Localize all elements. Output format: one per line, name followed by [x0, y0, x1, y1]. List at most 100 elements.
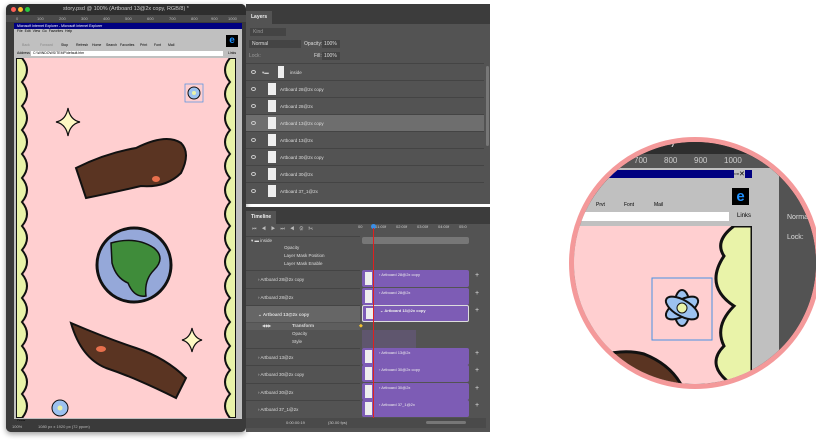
forward-button[interactable]: Forward [40, 43, 53, 47]
clip-selected[interactable]: ⌄ Artboard 13@2x copy [362, 305, 469, 322]
eye-icon[interactable] [251, 87, 256, 91]
home-button[interactable]: Home [92, 43, 101, 47]
stop-button[interactable]: Stop [61, 43, 68, 47]
ruler-tick: 900 [694, 156, 708, 165]
track-name: Artboard 37_1@2x [260, 407, 299, 412]
add-media-button[interactable]: + [475, 367, 479, 374]
tab-timeline[interactable]: Timeline [246, 211, 277, 224]
eye-icon[interactable] [251, 189, 256, 193]
menu-favorites[interactable]: Favorites [49, 29, 63, 33]
minimize-button[interactable] [18, 7, 23, 12]
ruler-tick: 300 [81, 16, 88, 21]
print-button[interactable]: Print [140, 43, 147, 47]
address-input[interactable]: C:\WINDOWS\TEMP\default.htm [31, 51, 223, 56]
eye-icon[interactable] [251, 70, 256, 74]
clip-label: Artboard 13@2x [381, 350, 411, 355]
clip[interactable]: › Artboard 13@2x [362, 348, 469, 365]
clip[interactable]: › Artboard 28@2x [362, 288, 469, 305]
clip[interactable]: › Artboard 37_1@2x [362, 400, 469, 417]
eye-icon[interactable] [251, 104, 256, 108]
property-label: Transform [292, 323, 315, 328]
add-media-button[interactable]: + [475, 272, 479, 279]
zoom-slider[interactable] [426, 421, 466, 424]
menu-help[interactable]: Help [65, 29, 72, 33]
track-row[interactable]: › Artboard 28@2x copy [246, 270, 360, 287]
layer-row[interactable]: Artboard 30@2x copy [246, 148, 484, 165]
artboard-canvas[interactable] [16, 58, 236, 418]
track-row[interactable]: › Artboard 30@2x [246, 383, 360, 400]
zoom-button[interactable] [25, 7, 30, 12]
layer-row[interactable]: Artboard 37_1@2x [246, 182, 484, 199]
menu-edit[interactable]: Edit [25, 29, 31, 33]
layer-thumbnail [268, 134, 276, 146]
timecode[interactable]: 0:00:00:19 [286, 418, 305, 428]
property-row: Opacity [246, 331, 360, 339]
mail-button[interactable]: Mail [654, 202, 663, 208]
flower-icon [51, 399, 69, 417]
track-row[interactable]: › Artboard 13@2x [246, 348, 360, 365]
tab-layers[interactable]: Layers [246, 11, 273, 24]
blend-mode-select[interactable]: Norma [787, 214, 808, 221]
filter-kind-select[interactable]: Kind [250, 28, 286, 36]
add-media-button[interactable]: + [475, 350, 479, 357]
fill-label: Fill: [314, 53, 322, 59]
add-media-button[interactable]: + [475, 402, 479, 409]
search-button[interactable]: Search [106, 43, 117, 47]
track-row[interactable]: › Artboard 30@2x copy [246, 365, 360, 382]
track-row[interactable]: › Artboard 37_1@2x [246, 400, 360, 417]
property-row[interactable]: ◀◆▶ Transform [246, 323, 360, 330]
sparkle-icon [55, 107, 81, 137]
zoom-level[interactable]: 100% [12, 421, 22, 432]
links-button[interactable]: Links [737, 213, 751, 219]
artwork [16, 58, 236, 418]
ruler-tick: 700 [634, 156, 648, 165]
layer-row[interactable]: Artboard 30@2x [246, 165, 484, 182]
layer-name: Artboard 13@2x [280, 138, 313, 143]
playback-controls[interactable]: ⏮◀▶⏭◀⚙✂ [252, 226, 318, 232]
links-button[interactable]: Links [228, 50, 236, 57]
ruler-tick: 1000 [228, 16, 237, 21]
layer-row-selected[interactable]: Artboard 13@2x copy [246, 114, 484, 131]
window-buttons[interactable]: ▫▫✕ [734, 170, 745, 178]
blend-mode-select[interactable]: Normal [249, 40, 301, 48]
property-row: Opacity [246, 245, 360, 253]
track-row-selected[interactable]: ⌄ Artboard 13@2x copy [246, 305, 360, 322]
group-bar[interactable] [362, 237, 469, 244]
track-group-inside[interactable]: ▾ ▬ inside [246, 236, 360, 245]
sparkle-icon [181, 327, 203, 353]
mail-button[interactable]: Mail [168, 43, 174, 47]
add-media-button[interactable]: + [475, 290, 479, 297]
favorites-button[interactable]: Favorites [120, 43, 134, 47]
eye-icon[interactable] [251, 155, 256, 159]
font-button[interactable]: Font [154, 43, 161, 47]
eye-icon[interactable] [251, 172, 256, 176]
layer-group-inside[interactable]: ▾▬ inside [246, 63, 484, 80]
clip[interactable]: › Artboard 30@2x copy [362, 365, 469, 382]
add-media-button[interactable]: + [475, 307, 479, 314]
close-button[interactable] [11, 7, 16, 12]
menu-view[interactable]: View [33, 29, 41, 33]
font-button[interactable]: Font [624, 202, 634, 208]
track-row[interactable]: › Artboard 28@2x [246, 288, 360, 305]
layer-row[interactable]: Artboard 13@2x [246, 131, 484, 148]
eye-icon[interactable] [251, 121, 256, 125]
fill-input[interactable]: 100% [322, 52, 340, 60]
zoomed-address-input[interactable] [574, 212, 729, 221]
property-label: Layer Mask Enable [284, 261, 323, 266]
layer-row[interactable]: Artboard 28@2x [246, 97, 484, 114]
document-title: story.psd @ 100% (Artboard 13@2x copy, R… [6, 4, 246, 15]
menu-file[interactable]: File [17, 29, 23, 33]
eye-icon[interactable] [251, 138, 256, 142]
clip[interactable]: › Artboard 28@2x copy [362, 270, 469, 287]
layer-row[interactable]: Artboard 28@2x copy [246, 80, 484, 97]
print-button[interactable]: Prvt [596, 202, 605, 208]
refresh-button[interactable]: Refresh [76, 43, 88, 47]
layer-thumbnail [268, 83, 276, 95]
back-button[interactable]: Back [22, 43, 30, 47]
keyframe-icon[interactable]: ◆ [359, 323, 363, 329]
opacity-input[interactable]: 100% [322, 40, 340, 48]
layers-scrollbar[interactable] [486, 66, 489, 146]
menu-go[interactable]: Go [42, 29, 47, 33]
clip[interactable]: › Artboard 30@2x [362, 383, 469, 400]
add-media-button[interactable]: + [475, 385, 479, 392]
